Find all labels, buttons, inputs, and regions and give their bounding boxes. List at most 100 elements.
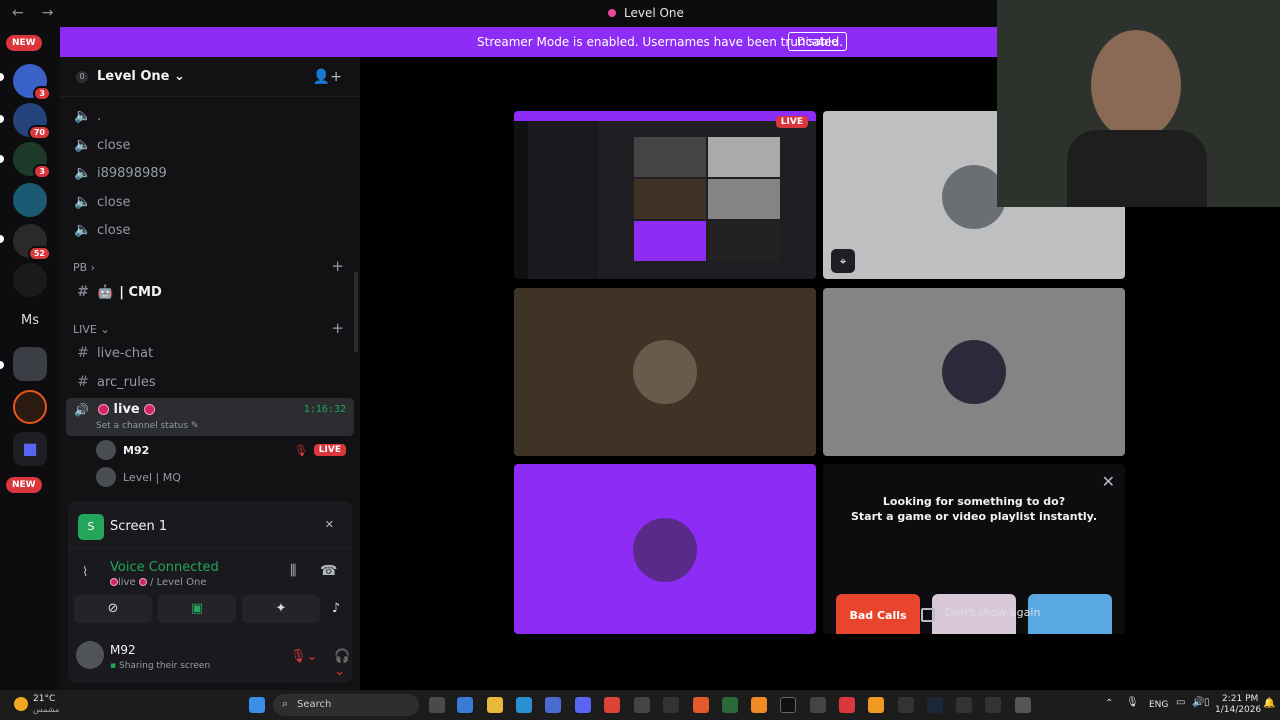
mic-muted-icon[interactable]: 🎙⌄	[290, 649, 317, 664]
server-icon-mt[interactable]	[13, 390, 47, 424]
server-icon-4[interactable]	[13, 183, 47, 217]
server-header[interactable]: 0 Level One ⌄ 👤+	[60, 57, 360, 97]
server-icon-2[interactable]: 70	[13, 103, 51, 140]
voice-channel-live[interactable]: 🔊 live 1:16:32 Set a channel status ✎	[66, 398, 354, 436]
stream-tile-screen[interactable]: LIVE	[514, 111, 816, 279]
camera-off-button[interactable]: ⊘	[74, 595, 152, 623]
search-box[interactable]: Search	[273, 694, 419, 716]
mention-badge: 70	[27, 125, 51, 140]
deafened-icon[interactable]: 🎧⌄	[334, 649, 352, 679]
stream-preview-icon[interactable]: ⌖	[831, 249, 855, 273]
disable-button[interactable]: Disable	[788, 32, 847, 51]
server-icon-5[interactable]: 52	[13, 224, 51, 261]
app-icon[interactable]	[839, 697, 855, 713]
activities-button[interactable]: ✦	[242, 595, 320, 623]
app-icon[interactable]	[722, 697, 738, 713]
voice-channel[interactable]: 🔈.	[74, 105, 101, 127]
category-pb[interactable]: PB ›	[73, 261, 95, 274]
add-channel-icon[interactable]: +	[331, 257, 344, 275]
stream-tile-user[interactable]	[514, 288, 816, 456]
dont-show-checkbox[interactable]	[921, 608, 935, 622]
noise-suppression-icon[interactable]: ⫼	[290, 563, 296, 579]
channel-arc-rules[interactable]: # arc_rules	[74, 371, 156, 393]
chrome-icon[interactable]	[604, 697, 620, 713]
notification-icon[interactable]: 🔔	[1263, 698, 1275, 709]
mic-tray-icon[interactable]: 🎙	[1126, 697, 1139, 708]
brave-icon[interactable]	[693, 697, 709, 713]
voice-channel[interactable]: 🔈 close	[74, 219, 130, 241]
activity-card[interactable]	[1028, 594, 1112, 634]
network-icon[interactable]: ▭	[1176, 697, 1185, 708]
scrollbar[interactable]	[354, 272, 358, 352]
task-view-icon[interactable]	[429, 697, 445, 713]
activity-card[interactable]: Bad Calls	[836, 594, 920, 634]
live-dot-icon	[608, 9, 616, 17]
voice-channel[interactable]: 🔈 i89898989	[74, 162, 167, 184]
app-icon[interactable]	[634, 697, 650, 713]
tiktok-icon[interactable]	[780, 697, 796, 713]
voice-location: live / Level One	[110, 577, 207, 588]
server-folder[interactable]	[13, 347, 47, 381]
channel-live-chat[interactable]: # live-chat	[74, 342, 153, 364]
settings-icon[interactable]	[1015, 697, 1031, 713]
edge-icon[interactable]	[516, 697, 532, 713]
voice-connected[interactable]: Voice Connected	[110, 560, 219, 575]
mini-server-list	[514, 121, 528, 279]
file-explorer-icon[interactable]	[487, 697, 503, 713]
back-arrow-icon[interactable]: ←	[12, 5, 24, 21]
voice-user[interactable]: Level | MQ	[96, 465, 181, 489]
start-icon[interactable]	[249, 697, 265, 713]
app-icon[interactable]	[751, 697, 767, 713]
stop-stream-icon[interactable]: ✕	[325, 518, 334, 531]
mention-badge: 52	[27, 246, 51, 261]
server-icon-6[interactable]	[13, 263, 47, 297]
clock-time[interactable]: 2:21 PM	[1222, 694, 1258, 704]
hash-icon: #	[77, 345, 89, 361]
volume-icon[interactable]: 🔊	[1192, 697, 1204, 708]
store-icon[interactable]	[545, 697, 561, 713]
app-icon[interactable]	[898, 697, 914, 713]
soundboard-icon[interactable]: ♪	[326, 595, 346, 623]
search-icon: ⌕	[282, 697, 289, 710]
steam-icon[interactable]	[927, 697, 943, 713]
pink-circle-icon	[98, 404, 109, 415]
voice-channel[interactable]: 🔈 close	[74, 191, 130, 213]
discord-icon[interactable]	[575, 697, 591, 713]
server-icon-3[interactable]: 3	[13, 142, 51, 179]
folder-icon[interactable]: ■	[13, 432, 47, 466]
weather-icon[interactable]	[14, 697, 28, 711]
voice-channel[interactable]: 🔈 close	[74, 134, 130, 156]
app-icon[interactable]	[985, 697, 1001, 713]
language-indicator[interactable]: ENG	[1149, 700, 1168, 710]
mini-banner	[514, 111, 816, 121]
copilot-icon[interactable]	[457, 697, 473, 713]
tray-chevron-icon[interactable]: ⌃	[1105, 698, 1113, 709]
app-icon[interactable]	[663, 697, 679, 713]
close-icon[interactable]: ✕	[1102, 472, 1115, 491]
clock-date[interactable]: 1/14/2026	[1215, 705, 1261, 715]
avatar[interactable]	[76, 641, 104, 669]
voice-user[interactable]: M92 🎙 LIVE	[96, 438, 346, 462]
prompt-subtitle: Start a game or video playlist instantly…	[851, 510, 1097, 523]
invite-people-icon[interactable]: 👤+	[313, 69, 342, 85]
stream-tile-user[interactable]	[823, 288, 1125, 456]
channel-status[interactable]: Set a channel status ✎	[96, 421, 199, 431]
server-icon-1[interactable]: 3	[13, 64, 51, 101]
server-icon-ms[interactable]: Ms	[13, 304, 47, 338]
category-live[interactable]: LIVE ⌄	[73, 323, 110, 336]
app-icon[interactable]	[810, 697, 826, 713]
server-count: 0	[76, 71, 88, 83]
new-badge[interactable]: NEW	[6, 477, 42, 493]
forward-arrow-icon[interactable]: →	[42, 5, 54, 21]
user-panel: S Screen 1 ✕ ⌇ Voice Connected live / Le…	[68, 501, 394, 683]
disconnect-icon[interactable]: ☎	[320, 563, 337, 579]
battery-icon[interactable]: ▯	[1204, 697, 1210, 708]
new-badge[interactable]: NEW	[6, 35, 42, 51]
app-icon[interactable]	[956, 697, 972, 713]
signal-icon[interactable]: ⌇	[82, 565, 88, 580]
stream-tile-user[interactable]	[514, 464, 816, 634]
app-icon[interactable]	[868, 697, 884, 713]
add-channel-icon[interactable]: +	[331, 319, 344, 337]
channel-cmd[interactable]: # 🤖 | CMD	[74, 281, 162, 303]
screen-share-button[interactable]: ▣	[158, 595, 236, 623]
